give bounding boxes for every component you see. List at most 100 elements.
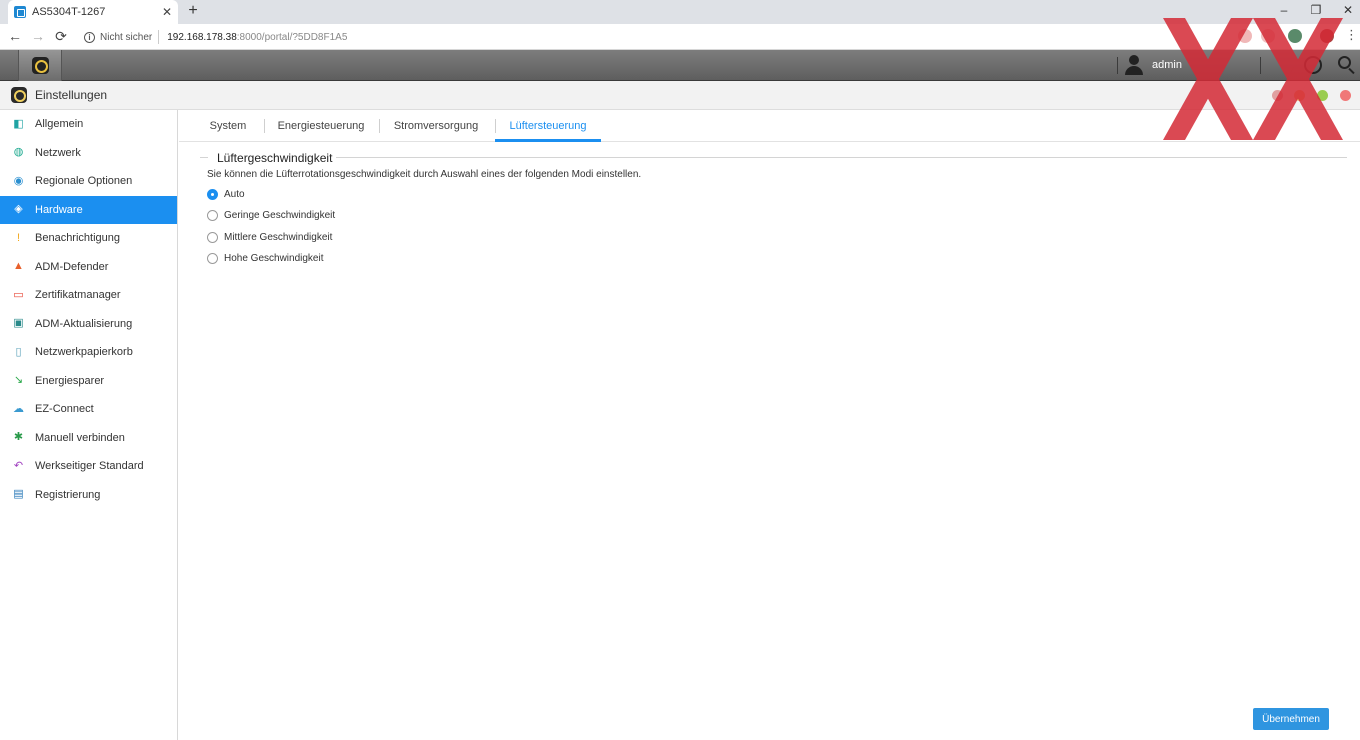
restore-window-button[interactable]: ❐ bbox=[1306, 3, 1326, 17]
sidebar-item[interactable]: ▤ Registrierung bbox=[0, 481, 177, 510]
sidebar-item-label: Benachrichtigung bbox=[35, 232, 121, 245]
sidebar-item[interactable]: ▯ Netzwerkpapierkorb bbox=[0, 338, 177, 367]
settings-app-icon bbox=[31, 57, 49, 74]
sidebar-item[interactable]: ◧ Allgemein bbox=[0, 110, 177, 139]
sidebar-item-label: Allgemein bbox=[35, 118, 84, 131]
sidebar-item-label: Netzwerkpapierkorb bbox=[35, 346, 133, 359]
sidebar-item[interactable]: ☁ EZ-Connect bbox=[0, 395, 177, 424]
url-host: 192.168.178.38 bbox=[167, 31, 237, 43]
sidebar-item[interactable]: ✱ Manuell verbinden bbox=[0, 424, 177, 453]
taskbar-divider bbox=[1260, 57, 1261, 74]
sidebar-item-label: EZ-Connect bbox=[35, 403, 94, 416]
fan-speed-description: Sie können die Lüfterrotationsgeschwindi… bbox=[207, 169, 642, 180]
sidebar-item-label: Energiesparer bbox=[35, 374, 105, 387]
sidebar-item-label: Zertifikatmanager bbox=[35, 289, 121, 302]
sidebar-item[interactable]: ↘ Energiesparer bbox=[0, 367, 177, 396]
security-status: Nicht sicher bbox=[100, 31, 153, 43]
fieldset-border bbox=[200, 157, 208, 158]
app-window-titlebar: Einstellungen bbox=[0, 81, 1360, 110]
sidebar-item[interactable]: ◍ Netzwerk bbox=[0, 139, 177, 168]
recycle-bin-icon: ▯ bbox=[15, 345, 22, 358]
address-bar[interactable]: i Nicht sicher 192.168.178.38 :8000/port… bbox=[84, 28, 1224, 46]
profile-icon[interactable] bbox=[1320, 29, 1334, 43]
fan-option-auto[interactable]: Auto bbox=[207, 189, 245, 200]
reset-icon: ↶ bbox=[13, 459, 24, 472]
window-minimize-button[interactable] bbox=[1294, 90, 1305, 101]
radio-button[interactable] bbox=[207, 189, 218, 200]
taskbar-settings-app[interactable] bbox=[18, 50, 62, 81]
sidebar-item-label: Netzwerk bbox=[35, 146, 81, 159]
defender-icon: ▲ bbox=[13, 260, 24, 273]
sidebar-item[interactable]: ▲ ADM-Defender bbox=[0, 253, 177, 282]
sidebar-item-label: Regionale Optionen bbox=[35, 175, 133, 188]
settings-icon bbox=[11, 87, 27, 103]
sidebar-item[interactable]: ▣ ADM-Aktualisierung bbox=[0, 310, 177, 339]
extension-icon[interactable] bbox=[1288, 29, 1302, 43]
window-maximize-button[interactable] bbox=[1317, 90, 1328, 101]
apply-button[interactable]: Übernehmen bbox=[1253, 708, 1329, 730]
app-title: Einstellungen bbox=[35, 88, 108, 102]
hardware-icon: ◈ bbox=[14, 203, 23, 216]
radio-label: Hohe Geschwindigkeit bbox=[224, 253, 324, 264]
sidebar-item[interactable]: ▭ Zertifikatmanager bbox=[0, 281, 177, 310]
region-icon: ◉ bbox=[13, 174, 24, 187]
sidebar-item-label: ADM-Aktualisierung bbox=[35, 317, 133, 330]
new-tab-button[interactable]: + bbox=[185, 2, 201, 20]
back-button[interactable]: ← bbox=[6, 28, 24, 44]
address-divider bbox=[158, 30, 160, 44]
sidebar-item[interactable]: ! Benachrichtigung bbox=[0, 224, 177, 253]
settings-sidebar: ◧ Allgemein ◍ Netzwerk ◉ Regionale Optionen ◈ H… bbox=[0, 110, 178, 740]
fan-option-low[interactable]: Geringe Geschwindigkeit bbox=[207, 210, 335, 221]
sidebar-item-label: Werkseitiger Standard bbox=[35, 460, 144, 473]
sidebar-item[interactable]: ↶ Werkseitiger Standard bbox=[0, 452, 177, 481]
browser-tab-title: AS5304T-1267 bbox=[32, 6, 106, 18]
settings-content: System Energiesteuerung Stromversorgung … bbox=[179, 110, 1360, 740]
fan-option-high[interactable]: Hohe Geschwindigkeit bbox=[207, 253, 324, 264]
tab-divider bbox=[264, 119, 265, 133]
tab-divider bbox=[379, 119, 380, 133]
tab-fan-control[interactable]: Lüftersteuerung bbox=[495, 110, 601, 142]
sidebar-item[interactable]: ◈ Hardware bbox=[0, 195, 177, 224]
browser-tab[interactable]: AS5304T-1267 ✕ bbox=[8, 0, 178, 24]
info-icon[interactable]: i bbox=[84, 31, 95, 43]
close-window-button[interactable]: ✕ bbox=[1338, 3, 1358, 17]
settings-tabs: System Energiesteuerung Stromversorgung … bbox=[179, 110, 1360, 142]
forward-button[interactable]: → bbox=[29, 28, 47, 44]
sidebar-item-label: Hardware bbox=[35, 203, 83, 216]
close-tab-icon[interactable]: ✕ bbox=[162, 5, 172, 19]
energy-saver-icon: ↘ bbox=[13, 374, 24, 387]
radio-label: Geringe Geschwindigkeit bbox=[224, 210, 336, 221]
fieldset-border bbox=[324, 157, 1347, 158]
radio-button[interactable] bbox=[207, 232, 218, 243]
fan-speed-heading: Lüftergeschwindigkeit bbox=[213, 151, 337, 165]
radio-label: Auto bbox=[224, 189, 245, 200]
minimize-window-button[interactable]: – bbox=[1274, 3, 1294, 17]
search-icon[interactable] bbox=[1338, 56, 1356, 75]
sidebar-item[interactable]: ◉ Regionale Optionen bbox=[0, 167, 177, 196]
fan-option-medium[interactable]: Mittlere Geschwindigkeit bbox=[207, 232, 332, 243]
url-path: :8000/portal/?5DD8F1A5 bbox=[236, 31, 348, 43]
sidebar-item-label: Registrierung bbox=[35, 488, 101, 501]
radio-button[interactable] bbox=[207, 210, 218, 221]
dashboard-icon[interactable] bbox=[1304, 56, 1322, 74]
sidebar-item-label: Manuell verbinden bbox=[35, 431, 125, 444]
taskbar-divider bbox=[1117, 57, 1118, 74]
browser-menu-icon[interactable]: ⋮ bbox=[1345, 27, 1358, 43]
tab-system[interactable]: System bbox=[203, 110, 253, 142]
star-icon[interactable] bbox=[1261, 29, 1275, 43]
notification-icon: ! bbox=[16, 231, 21, 244]
tab-power-supply[interactable]: Stromversorgung bbox=[392, 110, 480, 142]
user-name: admin bbox=[1152, 59, 1182, 71]
adm-taskbar: admin bbox=[0, 50, 1360, 81]
radio-button[interactable] bbox=[207, 253, 218, 264]
key-icon[interactable] bbox=[1238, 29, 1252, 43]
tab-power-control[interactable]: Energiesteuerung bbox=[277, 110, 365, 142]
window-help-button[interactable] bbox=[1272, 90, 1283, 101]
site-favicon-icon bbox=[14, 6, 26, 18]
browser-toolbar: ← → ⟳ i Nicht sicher 192.168.178.38 :800… bbox=[0, 24, 1360, 50]
general-icon: ◧ bbox=[13, 117, 24, 130]
reload-button[interactable]: ⟳ bbox=[52, 28, 70, 45]
update-icon: ▣ bbox=[13, 317, 24, 330]
window-close-button[interactable] bbox=[1340, 90, 1351, 101]
user-menu[interactable]: admin bbox=[1124, 55, 1182, 75]
